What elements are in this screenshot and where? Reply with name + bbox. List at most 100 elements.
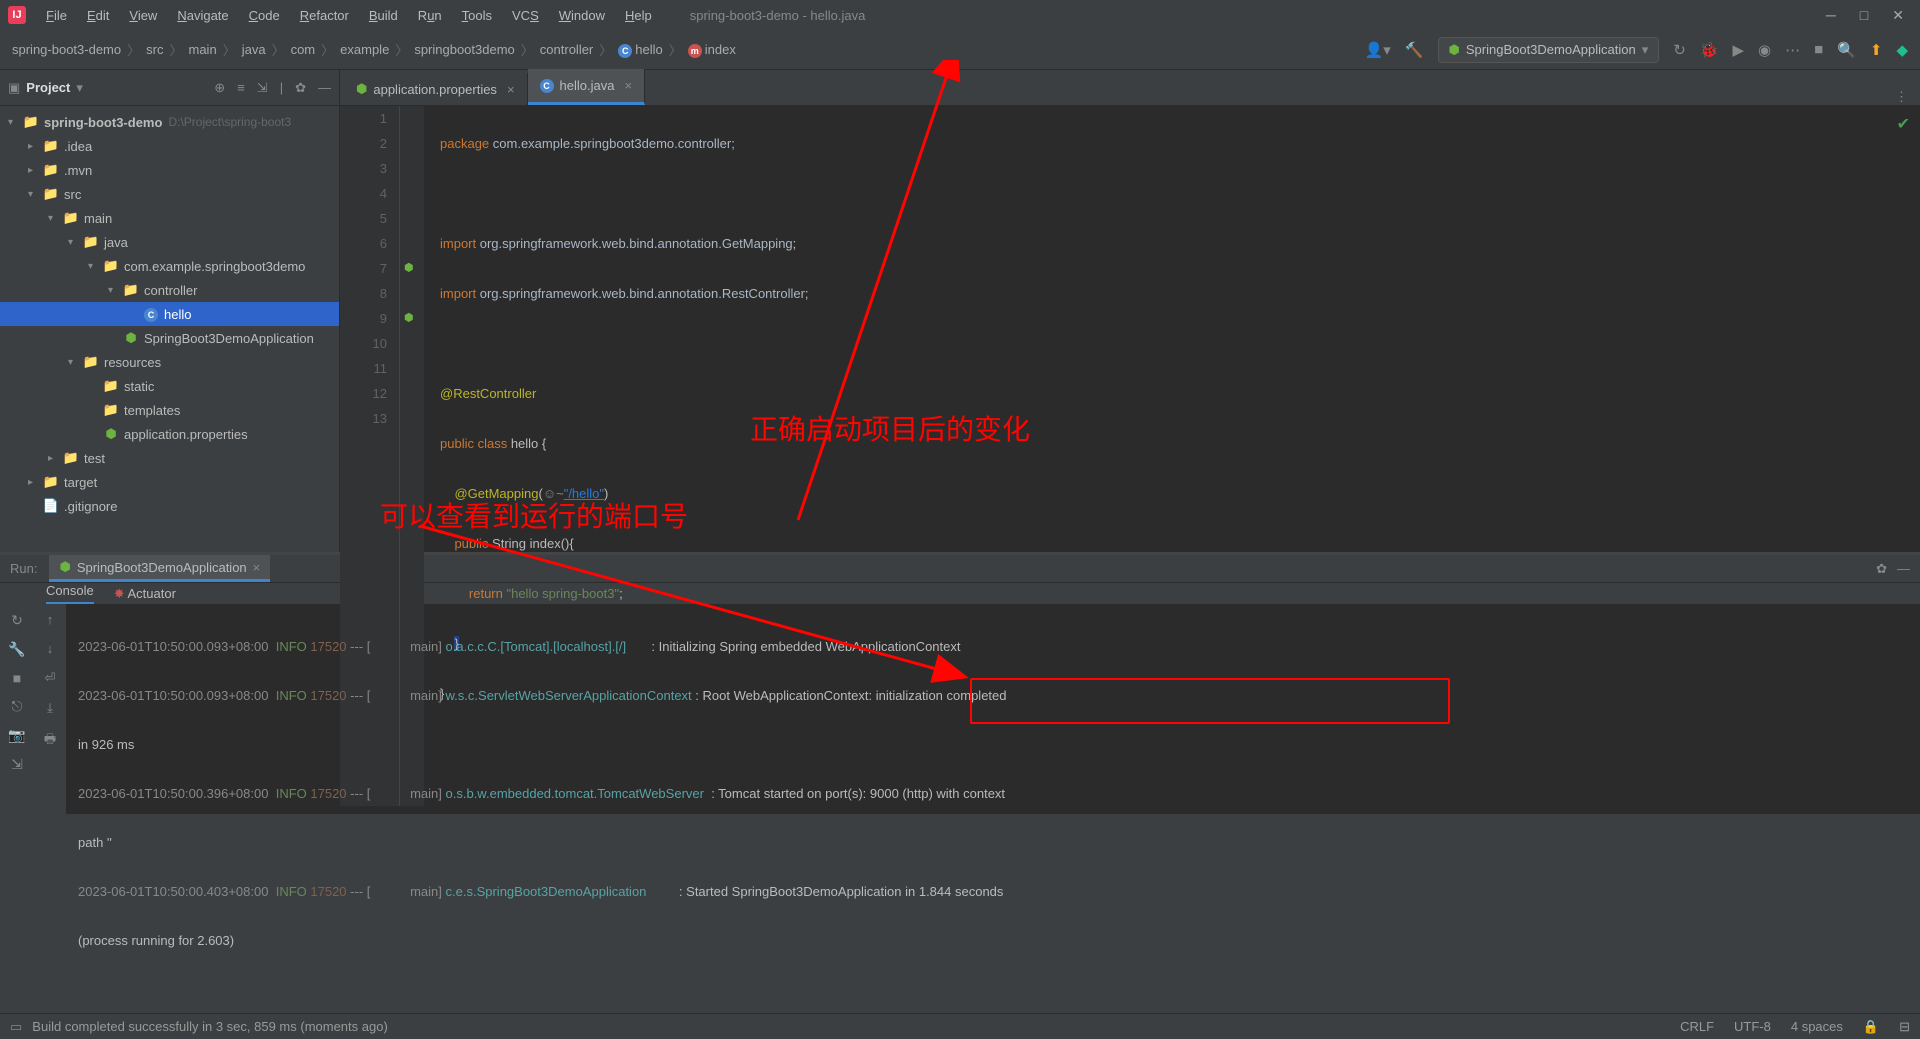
menu-run[interactable]: Run [410, 6, 450, 25]
tree-app-class[interactable]: ⬢SpringBoot3DemoApplication [0, 326, 339, 350]
export-icon[interactable]: ⇲ [11, 756, 23, 773]
camera-icon[interactable]: 📷 [8, 727, 25, 744]
user-icon[interactable]: 👤▾ [1365, 41, 1391, 59]
tab-hello-java[interactable]: Chello.java× [528, 69, 646, 105]
tree-package[interactable]: ▾📁com.example.springboot3demo [0, 254, 339, 278]
tree-hello-class[interactable]: Chello [0, 302, 339, 326]
search-icon[interactable]: 🔍 [1837, 41, 1856, 59]
tree-static[interactable]: 📁static [0, 374, 339, 398]
attach-icon[interactable]: ⋯ [1785, 41, 1800, 59]
menu-code[interactable]: Code [241, 6, 288, 25]
actuator-tab[interactable]: ✸ Actuator [114, 586, 176, 602]
run-label: Run: [10, 561, 37, 576]
bc-example[interactable]: example [340, 42, 389, 57]
readonly-icon[interactable]: 🔒 [1863, 1019, 1879, 1035]
run-gutter-icon[interactable]: ⬢ [404, 256, 414, 281]
down-icon[interactable]: ↓ [47, 641, 54, 656]
editor-tabs: ⬢application.properties× Chello.java× ⋮ [340, 70, 1920, 106]
hide-panel-icon[interactable]: — [318, 80, 331, 96]
bc-pkg[interactable]: springboot3demo [414, 42, 514, 57]
tree-templates[interactable]: 📁templates [0, 398, 339, 422]
stop-icon[interactable]: ■ [13, 670, 21, 686]
menu-build[interactable]: Build [361, 6, 406, 25]
debug-icon[interactable]: 🐞 [1700, 41, 1719, 59]
menu-file[interactable]: File [38, 6, 75, 25]
collapse-icon[interactable]: ⇲ [257, 80, 268, 96]
project-title[interactable]: Project [26, 80, 70, 95]
close-button[interactable]: ✕ [1892, 7, 1904, 24]
console-output[interactable]: 2023-06-01T10:50:00.093+08:00 INFO 17520… [66, 604, 1920, 1033]
tree-idea[interactable]: ▸📁.idea [0, 134, 339, 158]
tree-gitignore[interactable]: 📄.gitignore [0, 494, 339, 518]
wrench-icon[interactable]: 🔧 [8, 641, 25, 658]
spring-icon: ⬢ [356, 81, 367, 97]
bc-project[interactable]: spring-boot3-demo [12, 42, 121, 57]
bc-controller[interactable]: controller [540, 42, 593, 57]
ide-icon[interactable]: ◆ [1896, 41, 1908, 59]
maximize-button[interactable]: □ [1860, 7, 1868, 24]
up-icon[interactable]: ↑ [47, 612, 54, 627]
rerun-icon[interactable]: ↻ [1673, 41, 1686, 59]
coverage-icon[interactable]: ▶ [1732, 41, 1744, 59]
scroll-icon[interactable]: ⤓ [47, 700, 53, 716]
bc-main[interactable]: main [189, 42, 217, 57]
exit-icon[interactable]: ⎋ [11, 698, 22, 715]
tab-app-properties[interactable]: ⬢application.properties× [344, 73, 528, 105]
tree-resources[interactable]: ▾📁resources [0, 350, 339, 374]
bc-java[interactable]: java [242, 42, 266, 57]
select-file-icon[interactable]: ⊕ [214, 80, 225, 96]
project-header: ▣ Project ▾ ⊕ ≡ ⇲ | ✿ — [0, 70, 339, 106]
tree-src[interactable]: ▾📁src [0, 182, 339, 206]
menu-help[interactable]: Help [617, 6, 660, 25]
bc-method[interactable]: mindex [688, 42, 736, 58]
minimize-button[interactable]: ─ [1826, 7, 1836, 24]
encoding[interactable]: UTF-8 [1734, 1019, 1771, 1035]
indent[interactable]: 4 spaces [1791, 1019, 1843, 1035]
tree-root[interactable]: ▾📁spring-boot3-demoD:\Project\spring-boo… [0, 110, 339, 134]
close-icon[interactable]: × [507, 82, 515, 97]
updates-icon[interactable]: ⬆ [1870, 41, 1883, 59]
settings-icon[interactable]: ✿ [295, 80, 306, 96]
menu-refactor[interactable]: Refactor [292, 6, 357, 25]
inspection-ok-icon[interactable]: ✔ [1897, 114, 1910, 134]
spring-icon: ⬢ [1449, 42, 1460, 58]
bc-class[interactable]: Chello [618, 42, 662, 58]
hammer-icon[interactable]: 🔨 [1405, 41, 1424, 59]
tree-controller[interactable]: ▾📁controller [0, 278, 339, 302]
bc-src[interactable]: src [146, 42, 163, 57]
project-dropdown-icon[interactable]: ▾ [76, 80, 83, 96]
line-ending[interactable]: CRLF [1680, 1019, 1714, 1035]
line-col-icon[interactable]: ⊟ [1899, 1019, 1910, 1035]
print-icon[interactable]: 🖶 [44, 730, 56, 752]
tree-java[interactable]: ▾📁java [0, 230, 339, 254]
tree-main[interactable]: ▾📁main [0, 206, 339, 230]
run-tab[interactable]: ⬢SpringBoot3DemoApplication× [49, 555, 270, 582]
wrap-icon[interactable]: ⏎ [45, 670, 56, 686]
tree-mvn[interactable]: ▸📁.mvn [0, 158, 339, 182]
bc-com[interactable]: com [291, 42, 316, 57]
expand-icon[interactable]: ≡ [237, 80, 245, 96]
menu-vcs[interactable]: VCS [504, 6, 547, 25]
rerun-icon[interactable]: ↻ [11, 612, 23, 629]
stop-icon[interactable]: ■ [1814, 41, 1823, 58]
menu-view[interactable]: View [121, 6, 165, 25]
menu-window[interactable]: Window [551, 6, 613, 25]
status-icon[interactable]: ▭ [10, 1019, 22, 1035]
status-message: Build completed successfully in 3 sec, 8… [32, 1019, 388, 1034]
menu-edit[interactable]: Edit [79, 6, 117, 25]
close-icon[interactable]: × [624, 78, 632, 93]
close-icon[interactable]: × [253, 560, 261, 575]
menu-navigate[interactable]: Navigate [169, 6, 236, 25]
run-gutter-icon[interactable]: ⬢ [404, 306, 414, 331]
spring-icon: ⬢ [59, 559, 70, 575]
menu-bar: File Edit View Navigate Code Refactor Bu… [38, 6, 660, 25]
profile-icon[interactable]: ◉ [1758, 41, 1771, 59]
editor-area: ⬢application.properties× Chello.java× ⋮ … [340, 70, 1920, 552]
console-tab[interactable]: Console [46, 583, 94, 604]
tab-options-icon[interactable]: ⋮ [1887, 89, 1916, 105]
run-config-selector[interactable]: ⬢ SpringBoot3DemoApplication ▾ [1438, 37, 1660, 63]
tree-app-props[interactable]: ⬢application.properties [0, 422, 339, 446]
menu-tools[interactable]: Tools [454, 6, 500, 25]
tree-target[interactable]: ▸📁target [0, 470, 339, 494]
tree-test[interactable]: ▸📁test [0, 446, 339, 470]
